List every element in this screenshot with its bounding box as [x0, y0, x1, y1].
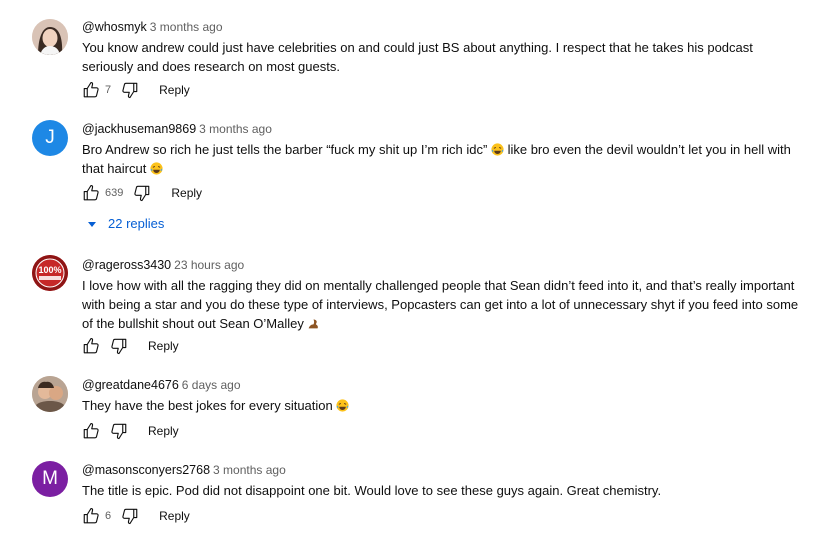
comment-text: You know andrew could just have celebrit… [82, 40, 753, 74]
thumbs-up-icon[interactable] [82, 507, 100, 525]
avatar[interactable]: 100% [32, 255, 68, 291]
avatar-badge-text: 100% [38, 265, 62, 275]
comment-author[interactable]: @jackhuseman9869 [82, 122, 196, 136]
like-count: 7 [105, 84, 112, 96]
comment-text: The title is epic. Pod did not disappoin… [82, 483, 662, 498]
avatar[interactable] [32, 376, 68, 412]
like-count: 639 [105, 187, 124, 199]
thumbs-down-icon[interactable] [110, 422, 128, 440]
avatar-photo-icon [32, 19, 68, 55]
avatar[interactable]: M [32, 461, 68, 497]
comment-text: I love how with all the ragging they did… [82, 276, 802, 333]
comment-author[interactable]: @whosmyk [82, 20, 147, 34]
comment-time[interactable]: 3 months ago [213, 463, 286, 477]
thumbs-down-icon[interactable] [121, 81, 139, 99]
replies-label: 22 replies [108, 216, 165, 231]
thumbs-down-icon[interactable] [133, 184, 151, 202]
thumbs-down-icon[interactable] [110, 337, 128, 355]
caret-down-icon [88, 221, 96, 227]
thumbs-up-icon[interactable] [82, 422, 100, 440]
comment-text: They have the best jokes for every situa… [82, 396, 802, 415]
comment-author[interactable]: @greatdane4676 [82, 378, 179, 392]
reply-button[interactable]: Reply [171, 186, 202, 200]
reply-button[interactable]: Reply [159, 509, 190, 523]
avatar-photo-icon [32, 376, 68, 412]
thumbs-up-icon[interactable] [82, 184, 100, 202]
avatar-letter: M [42, 468, 58, 489]
like-count: 6 [105, 510, 112, 522]
comment-time[interactable]: 23 hours ago [174, 258, 244, 272]
reply-button[interactable]: Reply [148, 424, 179, 438]
reply-button[interactable]: Reply [159, 83, 190, 97]
reply-button[interactable]: Reply [148, 339, 179, 353]
laughing-emoji-icon [336, 399, 349, 412]
comment-text-part: Bro Andrew so rich he just tells the bar… [82, 142, 488, 157]
comment-author[interactable]: @rageross3430 [82, 258, 171, 272]
thumbs-down-icon[interactable] [121, 507, 139, 525]
comment-text-part: I love how with all the ragging they did… [82, 278, 799, 331]
flexed-biceps-emoji-icon [309, 319, 319, 329]
avatar-letter: J [45, 127, 55, 148]
thumbs-up-icon[interactable] [82, 337, 100, 355]
laughing-emoji-icon [150, 162, 163, 175]
avatar[interactable]: J [32, 120, 68, 156]
comment-text: Bro Andrew so rich he just tells the bar… [82, 140, 802, 178]
laughing-emoji-icon [491, 143, 504, 156]
comment-text-part: They have the best jokes for every situa… [82, 398, 333, 413]
thumbs-up-icon[interactable] [82, 81, 100, 99]
comment-time[interactable]: 6 days ago [182, 378, 241, 392]
comment-author[interactable]: @masonsconyers2768 [82, 463, 210, 477]
comment-time[interactable]: 3 months ago [199, 122, 272, 136]
avatar[interactable] [32, 19, 68, 55]
comment-time[interactable]: 3 months ago [150, 20, 223, 34]
view-replies-button[interactable]: 22 replies [86, 216, 164, 231]
